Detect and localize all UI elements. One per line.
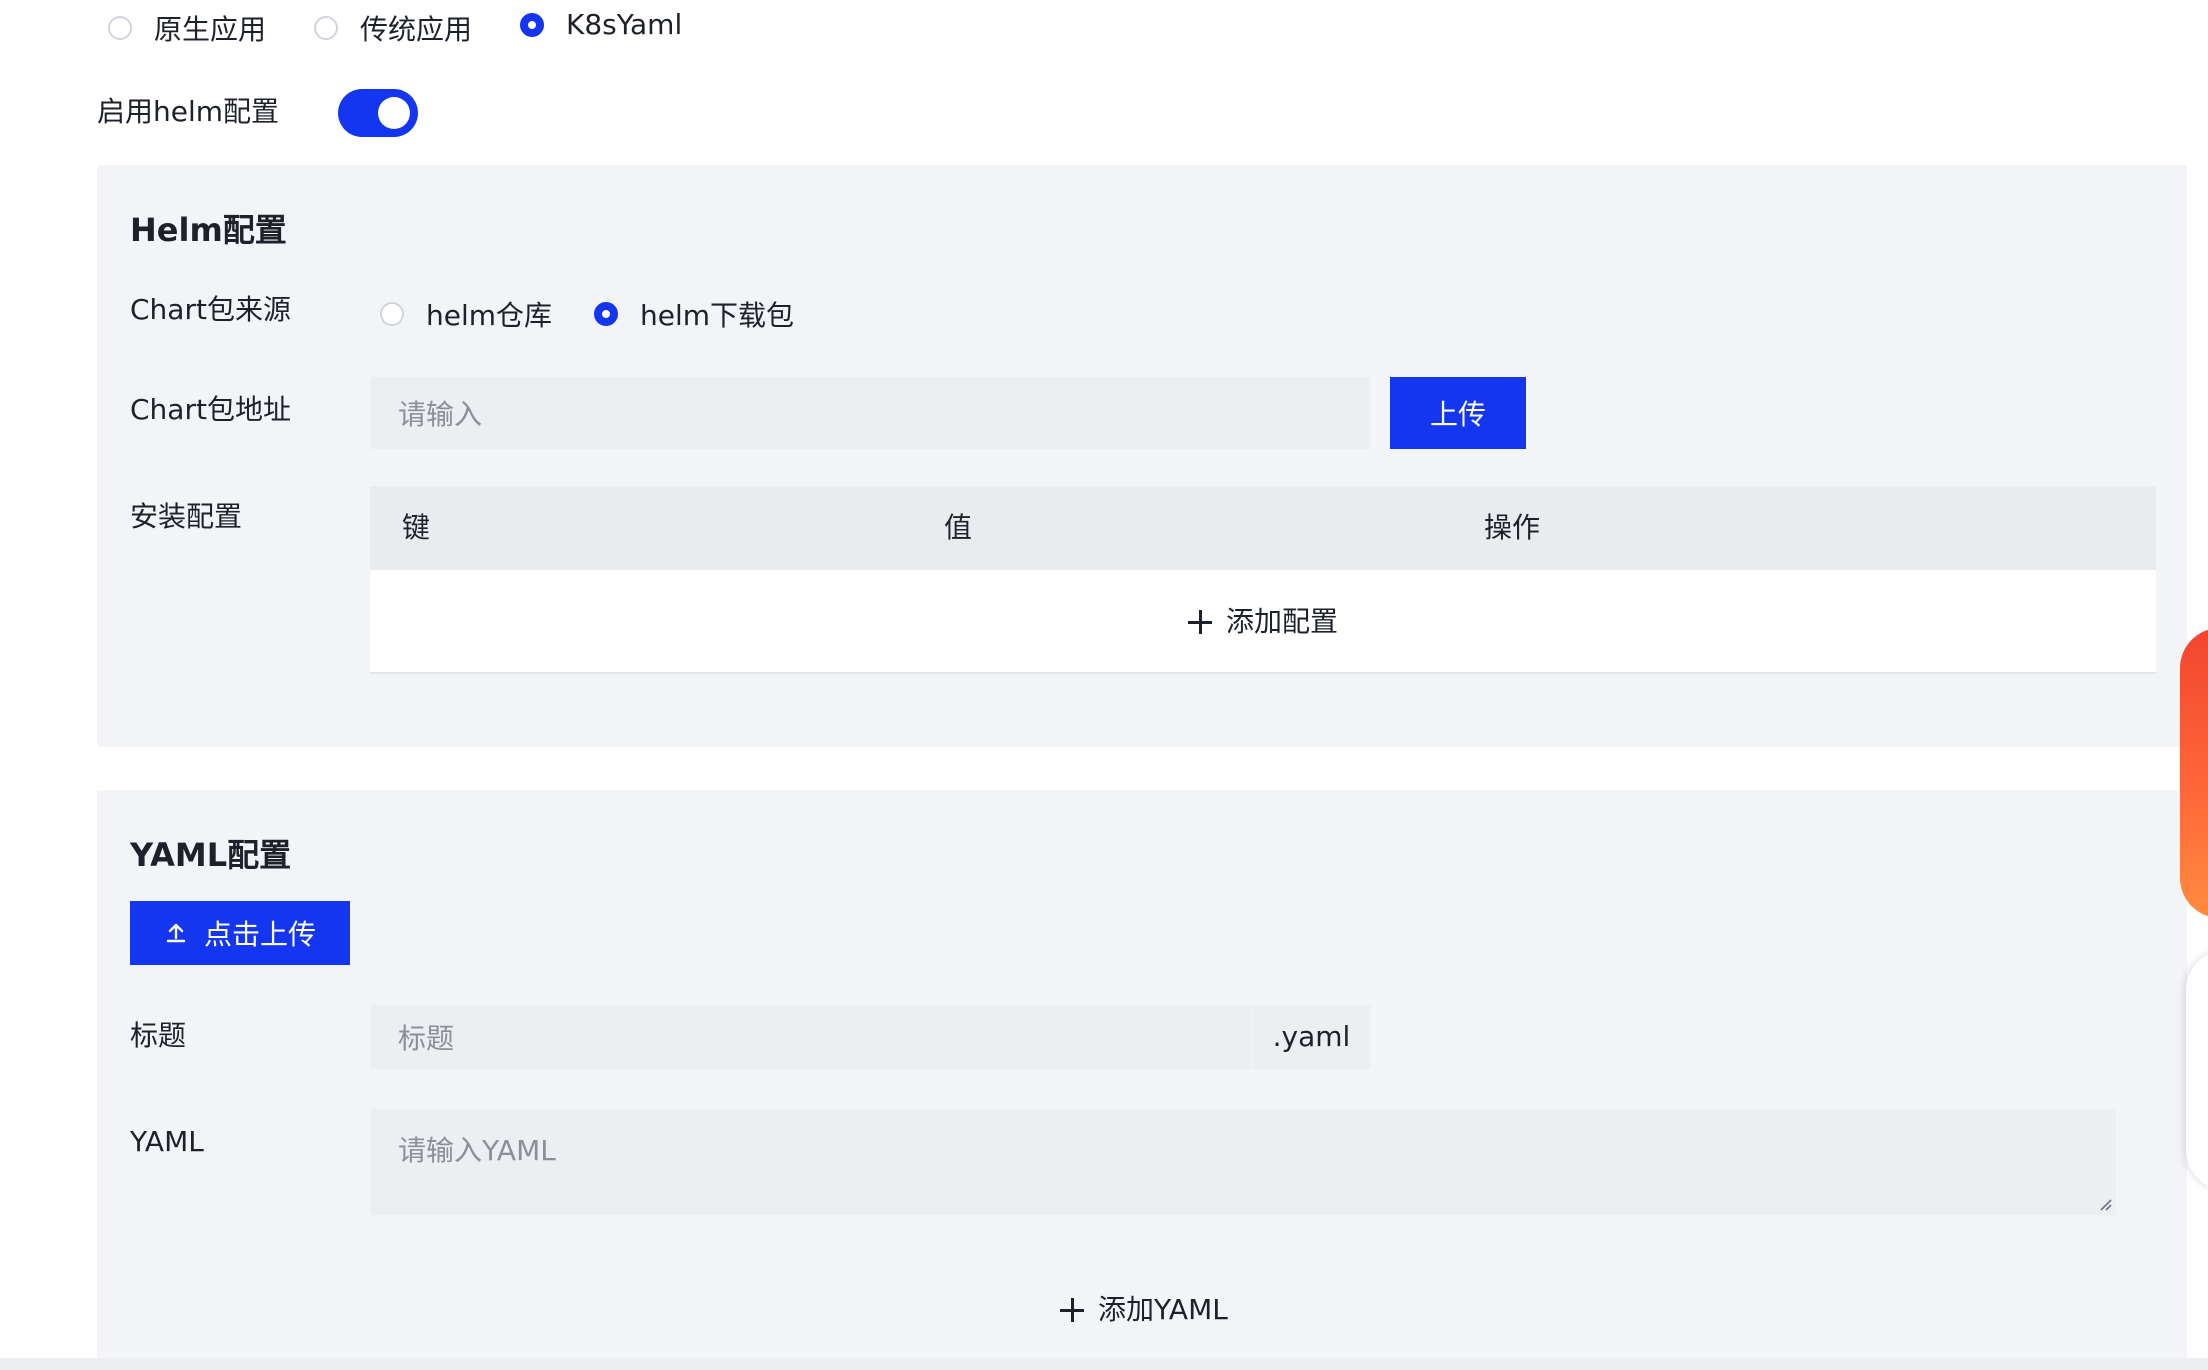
yaml-content-placeholder: 请输入YAML <box>398 1134 556 1167</box>
radio-indicator <box>594 302 618 326</box>
chart-source-label: Chart包来源 <box>130 293 291 326</box>
radio-label: K8sYaml <box>566 8 683 41</box>
column-value: 值 <box>944 511 973 544</box>
yaml-content-textarea[interactable]: 请输入YAML <box>370 1109 2116 1215</box>
yaml-title-placeholder: 标题 <box>398 1022 455 1055</box>
radio-traditional-app[interactable]: 传统应用 <box>314 8 472 48</box>
add-yaml-button[interactable]: 添加YAML <box>1060 1296 1228 1324</box>
radio-label: 原生应用 <box>154 13 267 46</box>
helm-toggle-label: 启用helm配置 <box>97 95 280 128</box>
radio-helm-package[interactable]: helm下载包 <box>594 294 794 334</box>
chart-address-input[interactable]: 请输入 <box>370 377 1370 449</box>
radio-helm-repo[interactable]: helm仓库 <box>380 294 552 334</box>
radio-indicator <box>520 12 544 37</box>
yaml-content-label: YAML <box>130 1125 204 1158</box>
radio-indicator <box>380 302 404 326</box>
upload-icon <box>166 923 186 943</box>
add-config-label: 添加配置 <box>1226 605 1339 638</box>
radio-k8syaml[interactable]: K8sYaml <box>520 8 682 41</box>
yaml-suffix-text: .yaml <box>1272 1020 1351 1053</box>
add-config-button[interactable]: 添加配置 <box>1188 608 1338 636</box>
helm-toggle-switch[interactable] <box>338 89 418 137</box>
resize-handle-icon[interactable] <box>2098 1197 2112 1211</box>
chart-upload-button[interactable]: 上传 <box>1390 377 1526 449</box>
toggle-knob <box>378 97 410 129</box>
radio-native-app[interactable]: 原生应用 <box>108 8 266 48</box>
bottom-scrollbar-track <box>0 1358 2208 1370</box>
chart-address-label: Chart包地址 <box>130 393 291 426</box>
install-config-label: 安装配置 <box>130 500 243 533</box>
radio-indicator <box>314 16 338 40</box>
radio-label: helm仓库 <box>426 299 553 332</box>
chart-address-placeholder: 请输入 <box>398 398 483 431</box>
install-config-table-header: 键 值 操作 <box>370 486 2156 570</box>
yaml-upload-button-label: 点击上传 <box>203 918 316 951</box>
chart-upload-button-label: 上传 <box>1429 398 1486 431</box>
install-config-table-body: 添加配置 <box>370 570 2156 674</box>
radio-label: helm下载包 <box>640 299 795 332</box>
plus-icon <box>1188 610 1212 634</box>
add-yaml-label: 添加YAML <box>1098 1293 1228 1326</box>
plus-icon <box>1060 1298 1084 1322</box>
floating-assistant-widget[interactable] <box>2180 628 2208 918</box>
column-actions: 操作 <box>1484 511 1541 544</box>
yaml-suffix-addon: .yaml <box>1253 1005 1370 1069</box>
yaml-config-panel <box>97 790 2187 1360</box>
yaml-title-input[interactable]: 标题 <box>370 1005 1252 1069</box>
yaml-section-title: YAML配置 <box>130 836 292 874</box>
floating-side-toolbar[interactable] <box>2186 950 2208 1190</box>
yaml-upload-button[interactable]: 点击上传 <box>130 901 350 965</box>
yaml-title-label: 标题 <box>130 1019 187 1052</box>
radio-indicator <box>108 16 132 40</box>
radio-label: 传统应用 <box>360 13 473 46</box>
helm-section-title: Helm配置 <box>130 211 287 249</box>
column-key: 键 <box>402 511 431 544</box>
